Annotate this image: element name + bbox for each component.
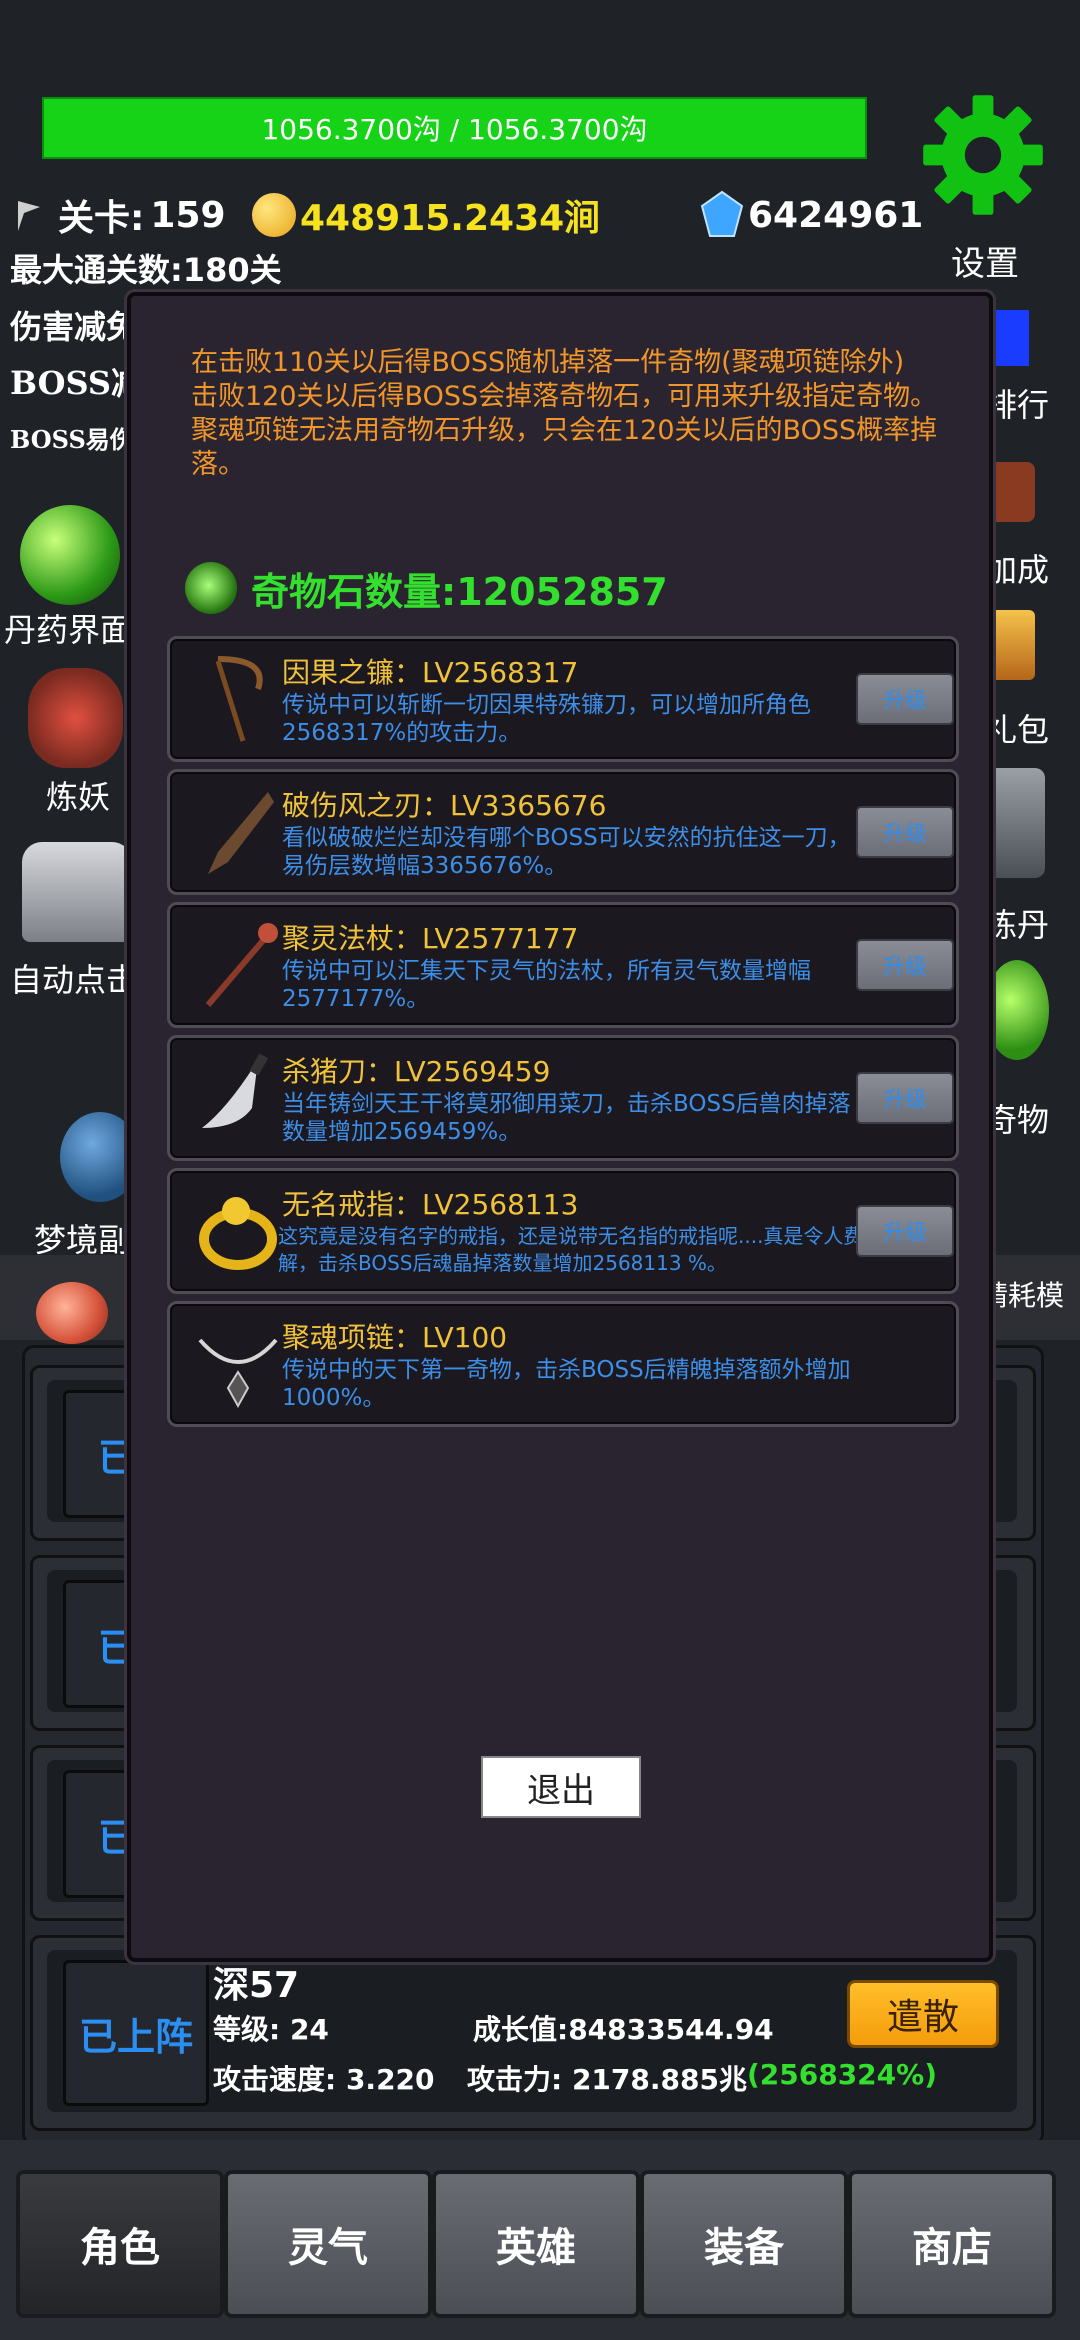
treasure-orb-icon[interactable] [985, 960, 1049, 1060]
nav-tab-aura[interactable]: 灵气 [224, 2170, 432, 2318]
hero-attack-bonus: (2568324%) [746, 2058, 937, 2091]
staff-icon [205, 923, 278, 1007]
hp-bar: 1056.3700沟 / 1056.3700沟 [42, 97, 867, 159]
item-description: 传说中的天下第一奇物，击杀BOSS后精魄掉落额外增加1000%。 [282, 1357, 851, 1411]
demon-icon[interactable] [28, 668, 123, 768]
desc-line-3: 聚魂项链无法用奇物石升级，只会在120关以后的BOSS概率掉落。 [191, 415, 938, 480]
treasure-label[interactable]: 奇物 [985, 1095, 1049, 1141]
level-label: 关卡: [58, 198, 145, 239]
nav-tab-shop[interactable]: 商店 [848, 2170, 1056, 2318]
settings-label[interactable]: 设置 [930, 236, 1040, 285]
upgrade-button[interactable]: 升级 [856, 673, 954, 725]
nav-tab-character[interactable]: 角色 [16, 2170, 224, 2318]
upgrade-button[interactable]: 升级 [856, 939, 954, 991]
cleaver-icon [202, 1053, 269, 1128]
exit-button[interactable]: 退出 [481, 1756, 641, 1818]
hero-growth: 成长值:84833544.94 [473, 2013, 774, 2046]
gold-value: 448915.2434涧 [300, 198, 601, 239]
nav-tab-equipment[interactable]: 装备 [640, 2170, 848, 2318]
gem-value: 6424961 [748, 194, 924, 236]
gift-label[interactable]: 礼包 [985, 705, 1049, 751]
desc-line-2: 击败120关以后得BOSS会掉落奇物石，可用来升级指定奇物。 [191, 381, 938, 412]
item-description: 当年铸剑天王干将莫邪御用菜刀，击杀BOSS后兽肉掉落数量增加2569459%。 [282, 1091, 851, 1145]
upgrade-button[interactable]: 升级 [856, 1205, 954, 1257]
hero-card: 已上阵 深57 等级: 24 成长值:84833544.94 攻击速度: 3.2… [30, 1935, 1036, 2131]
item-title: 杀猪刀：LV2569459 [282, 1055, 551, 1088]
auto-click-label[interactable]: 自动点击 [10, 955, 138, 1001]
onstage-button[interactable]: 已上阵 [63, 1960, 209, 2106]
damage-reduce-label: 伤害减免 [10, 308, 139, 346]
desc-line-1: 在击败110关以后得BOSS随机掉落一件奇物(聚魂项链除外) [191, 347, 905, 378]
item-description: 传说中可以汇集天下灵气的法杖，所有灵气数量增幅2577177%。 [282, 958, 811, 1012]
hero-speed: 攻击速度: 3.220 [213, 2063, 435, 2096]
treasure-item: 无名戒指：LV2568113 这究竟是没有名字的戒指，还是说带无名指的戒指呢..… [167, 1168, 959, 1294]
blade-icon [208, 792, 274, 874]
item-title: 聚灵法杖：LV2577177 [282, 922, 579, 955]
gem-stat: 6424961 [700, 190, 923, 240]
item-description: 传说中可以斩断一切因果特殊镰刀，可以增加所角色2568317%的攻击力。 [282, 692, 811, 746]
gem-icon [700, 190, 744, 237]
dismiss-button[interactable]: 遣散 [847, 1980, 999, 2048]
item-title: 因果之镰：LV2568317 [282, 656, 579, 689]
upgrade-button[interactable]: 升级 [856, 1072, 954, 1124]
bonus-label[interactable]: 加成 [985, 545, 1049, 591]
nav-tab-heroes[interactable]: 英雄 [432, 2170, 640, 2318]
boss-reduce-label: BOSS减 [10, 364, 144, 402]
flag-icon [18, 201, 40, 231]
hero-name: 深57 [213, 1965, 300, 2006]
treasure-item: 聚灵法杖：LV2577177 传说中可以汇集天下灵气的法杖，所有灵气数量增幅25… [167, 902, 959, 1028]
treasure-modal: 在击败110关以后得BOSS随机掉落一件奇物(聚魂项链除外) 击败120关以后得… [127, 292, 993, 1962]
item-title: 破伤风之刃：LV3365676 [282, 789, 607, 822]
item-title: 无名戒指：LV2568113 [282, 1188, 579, 1221]
stone-count: 奇物石数量:12052857 [251, 569, 668, 614]
pill-menu-label[interactable]: 丹药界面 [4, 605, 132, 651]
furnace-icon[interactable] [985, 768, 1045, 878]
item-description: 这究竟是没有名字的戒指，还是说带无名指的戒指呢....真是令人费解，击杀BOSS… [278, 1224, 864, 1275]
gauntlet-icon[interactable] [22, 842, 132, 942]
demon-menu-label[interactable]: 炼妖 [46, 772, 110, 818]
meat-icon [36, 1282, 108, 1344]
coin-icon [252, 193, 296, 237]
bottom-nav: 角色 灵气 英雄 装备 商店 [0, 2140, 1080, 2340]
treasure-item: 因果之镰：LV2568317 传说中可以斩断一切因果特殊镰刀，可以增加所角色25… [167, 636, 959, 762]
level-stat: 关卡: 159 [10, 190, 226, 240]
hero-attack: 攻击力: 2178.885兆 (2568324%) [467, 2058, 937, 2098]
level-value: 159 [150, 194, 226, 236]
boss-vuln-label: BOSS易伤 [10, 425, 134, 454]
alchemy-label[interactable]: 练丹 [985, 900, 1049, 946]
treasure-item: 聚魂项链：LV100 传说中的天下第一奇物，击杀BOSS后精魄掉落额外增加100… [167, 1301, 959, 1427]
pill-orb-icon[interactable] [20, 505, 120, 605]
stone-icon [185, 562, 237, 614]
necklace-icon [198, 1338, 278, 1409]
item-description: 看似破破烂烂却没有哪个BOSS可以安然的抗住这一刀，易伤层数增幅3365676%… [282, 825, 851, 879]
treasure-item: 破伤风之刃：LV3365676 看似破破烂烂却没有哪个BOSS可以安然的抗住这一… [167, 769, 959, 895]
upgrade-button[interactable]: 升级 [856, 806, 954, 858]
settings-gear-icon[interactable] [918, 90, 1048, 220]
max-level-text: 最大通关数:180关 [10, 251, 282, 289]
scythe-icon [215, 656, 263, 742]
rank-label[interactable]: 排行 [985, 380, 1049, 426]
item-title: 聚魂项链：LV100 [282, 1321, 508, 1354]
hero-attack-value: 攻击力: 2178.885兆 [467, 2063, 747, 2096]
ring-icon [199, 1197, 277, 1270]
treasure-item: 杀猪刀：LV2569459 当年铸剑天王干将莫邪御用菜刀，击杀BOSS后兽肉掉落… [167, 1035, 959, 1161]
stone-count-row: 奇物石数量:12052857 [185, 558, 668, 618]
modal-description: 在击败110关以后得BOSS随机掉落一件奇物(聚魂项链除外) 击败120关以后得… [191, 346, 941, 482]
hero-level: 等级: 24 [213, 2013, 329, 2046]
gold-stat: 448915.2434涧 [252, 190, 600, 240]
